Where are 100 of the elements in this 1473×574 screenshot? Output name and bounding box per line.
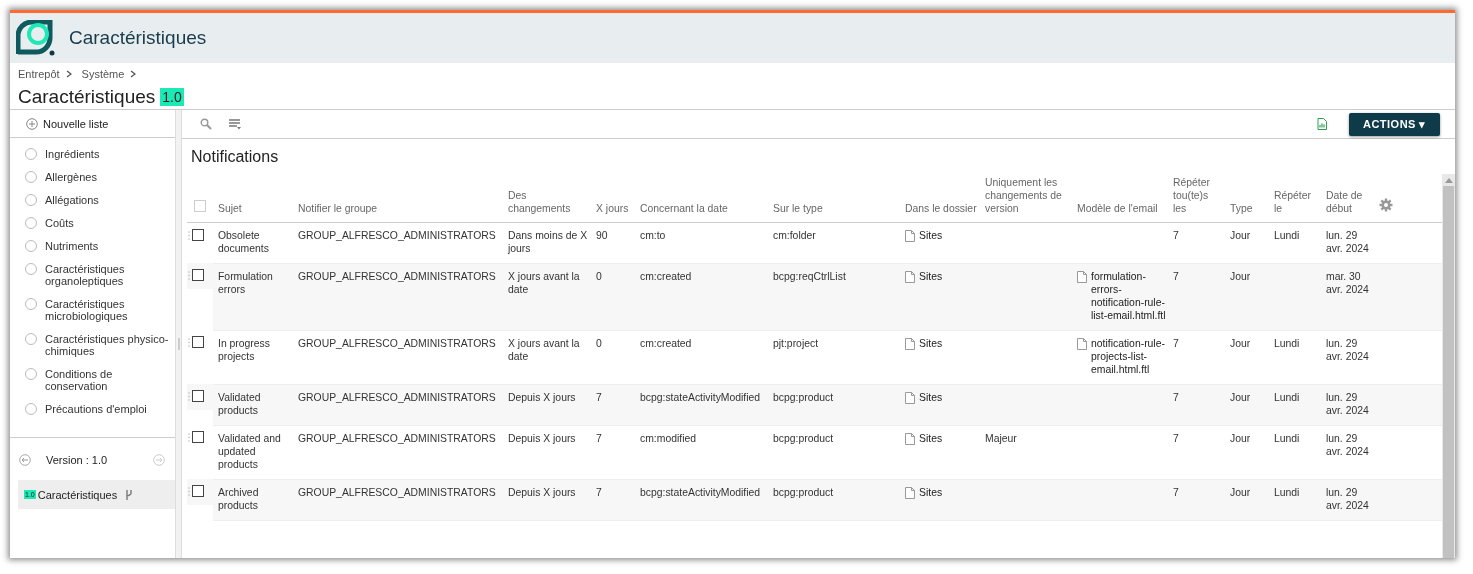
column-options-icon[interactable] bbox=[228, 118, 242, 130]
version-badge: 1.0 bbox=[160, 88, 184, 106]
file-icon bbox=[905, 337, 915, 350]
table-cell: lun. 29 avr. 2024 bbox=[1326, 432, 1369, 457]
file-link[interactable]: Sites bbox=[919, 431, 943, 445]
plus-circle-icon bbox=[26, 117, 38, 130]
table-cell: Formulation errors bbox=[218, 270, 273, 295]
file-link[interactable]: Sites bbox=[919, 269, 943, 283]
table-cell: Lundi bbox=[1274, 486, 1300, 498]
column-header[interactable]: Concernant la date bbox=[640, 201, 766, 215]
column-header[interactable]: Sujet bbox=[218, 201, 291, 215]
scrollbar[interactable] bbox=[1442, 174, 1455, 558]
table-cell: X jours avant la date bbox=[508, 337, 580, 362]
list-item[interactable]: Conditions de conservation bbox=[10, 368, 175, 403]
table-cell: 90 bbox=[596, 229, 608, 241]
chevron-icon bbox=[65, 69, 72, 78]
column-header[interactable]: Répéter tou(te)s les bbox=[1173, 175, 1223, 215]
file-link[interactable]: notification-rule-projects-list-email.html.ftl bbox=[1091, 336, 1166, 376]
row-checkbox[interactable] bbox=[192, 269, 204, 281]
file-icon bbox=[905, 391, 915, 404]
breadcrumb-link[interactable]: Entrepôt bbox=[18, 67, 60, 80]
version-label: Version : 1.0 bbox=[46, 454, 109, 466]
table-cell: Depuis X jours bbox=[508, 486, 576, 498]
table-cell: 7 bbox=[1173, 270, 1179, 282]
search-icon[interactable] bbox=[200, 118, 212, 130]
column-header[interactable]: Sur le type bbox=[773, 201, 898, 215]
table-cell: Archived products bbox=[218, 486, 259, 511]
table-cell: bcpg:reqCtrlList bbox=[773, 270, 846, 282]
section-title: Notifications bbox=[190, 147, 280, 167]
table-cell: Lundi bbox=[1274, 229, 1300, 241]
previous-icon[interactable] bbox=[19, 454, 31, 466]
row-checkbox[interactable] bbox=[192, 228, 204, 241]
row-checkbox[interactable] bbox=[192, 431, 204, 443]
list-item[interactable]: Allégations bbox=[10, 194, 175, 217]
row-checkbox[interactable] bbox=[192, 336, 204, 348]
scroll-up-icon[interactable] bbox=[1444, 177, 1453, 183]
table-cell: 7 bbox=[1173, 432, 1179, 444]
next-icon[interactable] bbox=[153, 454, 165, 466]
table-cell: Depuis X jours bbox=[508, 391, 576, 403]
list-item[interactable]: Caractéristiques physico-chimiques bbox=[10, 333, 175, 368]
table-cell: Dans moins de X jours bbox=[508, 229, 588, 254]
table-cell: lun. 29 avr. 2024 bbox=[1326, 391, 1369, 416]
table-cell: 0 bbox=[596, 270, 602, 282]
file-link[interactable]: Sites bbox=[919, 336, 943, 350]
table-cell: Majeur bbox=[985, 432, 1017, 444]
page-title: Caractéristiques bbox=[18, 86, 156, 108]
table-cell: cm:created bbox=[640, 270, 692, 282]
table-cell: 7 bbox=[596, 391, 602, 403]
actions-button[interactable]: ACTIONS ▾ bbox=[1348, 112, 1440, 136]
column-header[interactable]: Type bbox=[1230, 201, 1267, 215]
list-item[interactable]: Caractéristiques organoleptiques bbox=[10, 263, 175, 298]
table-cell: cm:created bbox=[640, 337, 692, 349]
list-item[interactable]: Précautions d'emploi bbox=[10, 403, 175, 426]
list-item[interactable]: Ingrédients bbox=[10, 148, 175, 171]
list-item[interactable]: Nutriments bbox=[10, 240, 175, 263]
table-cell: 7 bbox=[1173, 337, 1179, 349]
column-header[interactable]: Uniquement les changements de version bbox=[985, 175, 1070, 215]
row-checkbox[interactable] bbox=[192, 485, 204, 497]
logo-icon[interactable] bbox=[16, 20, 56, 56]
table-cell: GROUP_ALFRESCO_ADMINISTRATORS bbox=[298, 270, 496, 282]
select-all-checkbox[interactable] bbox=[194, 199, 206, 212]
list-item[interactable]: Caractéristiques microbiologiques bbox=[10, 298, 175, 333]
table-cell: mar. 30 avr. 2024 bbox=[1326, 270, 1369, 295]
spreadsheet-icon[interactable] bbox=[1316, 118, 1327, 130]
file-icon bbox=[1077, 270, 1087, 283]
chevron-icon bbox=[130, 69, 137, 78]
table-cell: Jour bbox=[1230, 229, 1251, 241]
table-cell: cm:folder bbox=[773, 229, 816, 241]
column-header[interactable]: Modèle de l'email bbox=[1077, 201, 1166, 215]
table-cell: Jour bbox=[1230, 391, 1251, 403]
list-item[interactable]: Coûts bbox=[10, 217, 175, 240]
breadcrumb-link[interactable]: Système bbox=[81, 67, 125, 80]
file-link[interactable]: Sites bbox=[919, 390, 943, 404]
column-header[interactable]: X jours bbox=[596, 201, 633, 215]
table-cell: Jour bbox=[1230, 432, 1251, 444]
table-cell: bcpg:product bbox=[773, 432, 834, 444]
file-link[interactable]: Sites bbox=[919, 228, 943, 242]
table-cell: Lundi bbox=[1274, 337, 1300, 349]
table-cell: GROUP_ALFRESCO_ADMINISTRATORS bbox=[298, 432, 496, 444]
table-cell: cm:to bbox=[640, 229, 666, 241]
column-header[interactable]: Notifier le groupe bbox=[298, 201, 501, 215]
table-cell: bcpg:stateActivityModified bbox=[640, 486, 761, 498]
column-header[interactable]: Dans le dossier bbox=[905, 201, 978, 215]
row-checkbox[interactable] bbox=[192, 390, 204, 402]
table-cell: 7 bbox=[1173, 391, 1179, 403]
settings-icon[interactable] bbox=[1379, 197, 1393, 212]
branch-icon bbox=[125, 488, 134, 501]
table-cell: X jours avant la date bbox=[508, 270, 580, 295]
new-list-button[interactable]: Nouvelle liste bbox=[10, 110, 175, 138]
column-header[interactable]: Des changements bbox=[508, 188, 589, 215]
list-item[interactable]: Allergènes bbox=[10, 171, 175, 194]
file-link[interactable]: Sites bbox=[919, 485, 943, 499]
column-header[interactable]: Répéter le bbox=[1274, 188, 1319, 215]
app-title: Caractéristiques bbox=[69, 27, 207, 49]
table-cell: lun. 29 avr. 2024 bbox=[1326, 229, 1369, 254]
column-header[interactable]: Date de début bbox=[1326, 188, 1372, 215]
table-cell: Obsolete documents bbox=[218, 229, 269, 254]
file-icon bbox=[905, 229, 915, 242]
table-cell: bcpg:product bbox=[773, 391, 834, 403]
table-cell: lun. 29 avr. 2024 bbox=[1326, 486, 1369, 511]
